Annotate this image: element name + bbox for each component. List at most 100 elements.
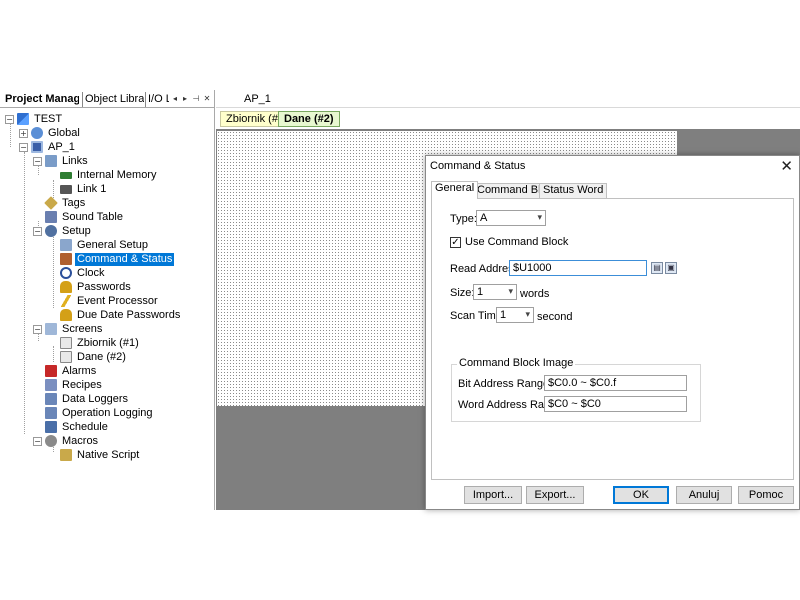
tree-node-recipes[interactable]: Recipes [33,378,104,392]
tree-label: Dane (#2) [77,350,126,363]
collapse-icon[interactable]: − [33,156,42,166]
scroll-left-icon[interactable]: ◂ [170,92,180,106]
screen-icon [60,337,72,349]
tree-label: AP_1 [48,140,75,153]
macro-gear-icon [45,435,57,447]
tree-label: Setup [62,224,91,237]
tree-label: Internal Memory [77,168,157,181]
tree-label: Clock [77,266,105,279]
tree-label: Alarms [62,364,97,377]
chevron-down-icon: ▾ [537,213,542,223]
size-select[interactable]: 1 ▾ [473,284,517,300]
read-address-input[interactable]: $U1000 [509,260,647,276]
tree-node-general-setup[interactable]: General Setup [48,238,150,252]
collapse-icon[interactable]: − [33,226,42,236]
help-button[interactable]: Pomoc [738,486,794,504]
cancel-button[interactable]: Anuluj [676,486,732,504]
lock-icon[interactable]: ▣ [665,262,677,274]
document-tab-ap1[interactable]: AP_1 [244,93,271,105]
use-command-block-label: Use Command Block [465,236,569,248]
tree-label: Screens [62,322,103,335]
pin-icon[interactable]: ⊣ [191,92,201,106]
tree-node-setup[interactable]: − Setup [33,224,93,238]
tree-node-operation-logging[interactable]: Operation Logging [33,406,155,420]
screen-tab-dane[interactable]: Dane (#2) [278,111,340,127]
export-button[interactable]: Export... [526,486,584,504]
command-icon [60,253,72,265]
tab-general[interactable]: General [431,181,479,199]
tree-node-clock[interactable]: Clock [48,266,107,280]
dialog-title: Command & Status [430,160,526,172]
tree-node-zbiornik[interactable]: Zbiornik (#1) [48,336,141,350]
address-picker-icon[interactable]: ▤ [651,262,663,274]
close-pane-icon[interactable]: ✕ [202,92,212,106]
general-tab-panel: Type: A ▾ ✓ Use Command Block Read Addre… [431,198,794,480]
links-icon [45,155,57,167]
scroll-right-icon[interactable]: ▸ [180,92,190,106]
tree-node-tags[interactable]: Tags [33,196,87,210]
project-manager-pane: Project Manager Object Library I/O L ◂ ▸… [0,90,215,510]
screen-tab-strip: Zbiornik (#1) Dane (#2) [216,109,800,129]
use-command-block-checkbox[interactable]: ✓ [450,237,461,248]
type-select[interactable]: A ▾ [476,210,546,226]
project-icon [17,113,29,125]
screen-icon [60,351,72,363]
tree-node-event-processor[interactable]: Event Processor [48,294,160,308]
tab-status-word[interactable]: Status Word [539,183,608,198]
tree-label: TEST [34,112,63,125]
collapse-icon[interactable]: − [5,114,14,124]
tree-node-internal-memory[interactable]: Internal Memory [48,168,158,182]
collapse-icon[interactable]: − [33,324,42,334]
tree-node-screens[interactable]: − Screens [33,322,104,336]
tree-node-links[interactable]: − Links [33,154,90,168]
tree-node-passwords[interactable]: Passwords [48,280,133,294]
bit-range-field[interactable]: $C0.0 ~ $C0.f [544,375,687,391]
tree-node-sound-table[interactable]: Sound Table [33,210,125,224]
tree-label: Tags [62,196,86,209]
operation-log-icon [45,407,57,419]
tab-io-library[interactable]: I/O L [145,92,169,107]
type-label: Type: [450,213,477,225]
tree-node-data-loggers[interactable]: Data Loggers [33,392,130,406]
tree-label: Link 1 [77,182,107,195]
recipe-icon [45,379,57,391]
screens-icon [45,323,57,335]
tree-node-macros[interactable]: − Macros [33,434,100,448]
tree-node-alarms[interactable]: Alarms [33,364,98,378]
ok-button[interactable]: OK [613,486,669,504]
collapse-icon[interactable]: − [33,436,42,446]
tag-icon [44,196,58,210]
tree-node-dane[interactable]: Dane (#2) [48,350,128,364]
bit-range-label: Bit Address Range: [458,378,553,390]
size-label: Size: [450,287,475,299]
tree-label: Due Date Passwords [77,308,181,321]
import-button[interactable]: Import... [464,486,522,504]
close-icon[interactable]: ✕ [780,157,793,175]
pane-tab-strip: Project Manager Object Library I/O L ◂ ▸… [0,90,214,108]
tree-node-command-status[interactable]: Command & Status [48,252,175,266]
tree-label: Command & Status [75,252,175,266]
tree-label: Sound Table [62,210,123,223]
tree-node-due-date-passwords[interactable]: Due Date Passwords [48,308,182,322]
tree-node-global[interactable]: + Global [19,126,82,140]
chevron-down-icon: ▾ [525,310,530,320]
scan-time-select[interactable]: 1 ▾ [496,307,534,323]
tree-node-test[interactable]: − TEST [5,112,64,126]
script-icon [60,449,72,461]
tree-node-link1[interactable]: Link 1 [48,182,108,196]
tab-object-library[interactable]: Object Library [82,92,144,107]
type-value: A [480,212,488,224]
memory-chip-icon [60,171,72,179]
document-tab-strip: AP_1 [216,90,800,108]
expand-icon[interactable]: + [19,128,28,138]
tree-label: Data Loggers [62,392,129,405]
tree-node-schedule[interactable]: Schedule [33,420,110,434]
tab-project-manager[interactable]: Project Manager [5,92,79,107]
tree-node-ap1[interactable]: − AP_1 [19,140,77,154]
tree-node-native-script[interactable]: Native Script [48,448,141,462]
chevron-down-icon: ▾ [508,287,513,297]
clock-icon [60,267,72,279]
word-range-field[interactable]: $C0 ~ $C0 [544,396,687,412]
lock-calendar-icon [60,309,72,321]
collapse-icon[interactable]: − [19,142,28,152]
